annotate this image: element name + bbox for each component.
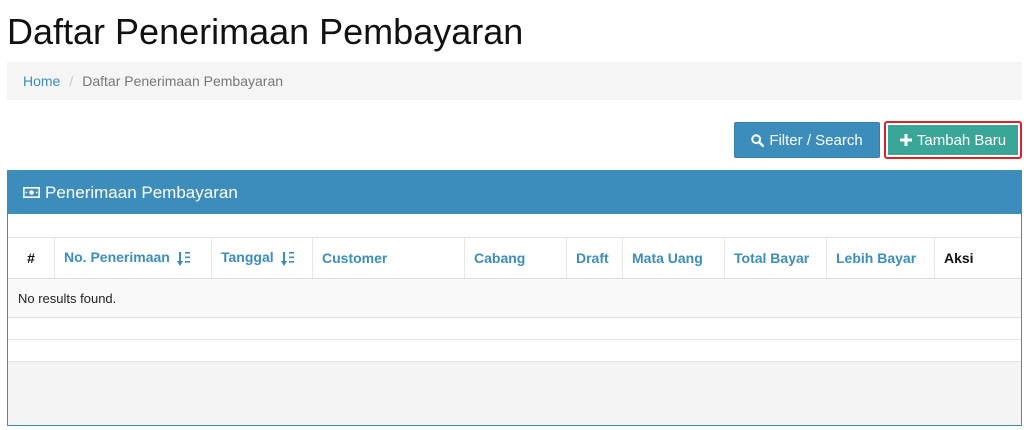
table-row xyxy=(8,339,1021,362)
table-row: No results found. xyxy=(8,278,1021,318)
filter-search-button[interactable]: Filter / Search xyxy=(734,122,880,158)
breadcrumb-home-link[interactable]: Home xyxy=(23,73,60,89)
table-cell xyxy=(8,340,1021,362)
panel-title: Penerimaan Pembayaran xyxy=(45,182,238,202)
column-header-date-label: Tanggal xyxy=(221,249,274,266)
empty-results-message: No results found. xyxy=(8,278,1021,318)
column-header-draft[interactable]: Draft xyxy=(566,237,623,279)
add-new-label: Tambah Baru xyxy=(916,131,1007,149)
breadcrumb-separator: / xyxy=(69,73,74,89)
sort-icon xyxy=(280,251,294,266)
column-header-branch[interactable]: Cabang xyxy=(464,237,567,279)
filter-search-label: Filter / Search xyxy=(769,131,863,149)
panel-spacer xyxy=(8,214,1021,237)
table-header-row: # No. Penerimaan Tanggal Customer Cabang… xyxy=(8,237,1021,279)
money-icon xyxy=(23,187,40,198)
column-header-receipt-no-label: No. Penerimaan xyxy=(64,249,170,266)
column-header-actions: Aksi xyxy=(934,237,1021,279)
column-header-receipt-no[interactable]: No. Penerimaan xyxy=(54,237,212,279)
column-header-overpaid[interactable]: Lebih Bayar xyxy=(826,237,935,279)
payments-panel: Penerimaan Pembayaran # No. Penerimaan T… xyxy=(7,170,1022,426)
plus-icon xyxy=(899,134,912,146)
breadcrumb: Home / Daftar Penerimaan Pembayaran xyxy=(7,62,1022,100)
panel-heading: Penerimaan Pembayaran xyxy=(8,171,1021,214)
column-header-customer[interactable]: Customer xyxy=(312,237,465,279)
page-title: Daftar Penerimaan Pembayaran xyxy=(7,11,524,52)
table-row xyxy=(8,317,1021,340)
search-icon xyxy=(751,133,765,147)
column-header-currency[interactable]: Mata Uang xyxy=(622,237,725,279)
column-header-number: # xyxy=(8,237,55,279)
payments-table: # No. Penerimaan Tanggal Customer Cabang… xyxy=(8,237,1021,362)
sort-icon xyxy=(176,251,190,266)
column-header-total-paid[interactable]: Total Bayar xyxy=(724,237,827,279)
table-cell xyxy=(8,318,1021,340)
breadcrumb-current: Daftar Penerimaan Pembayaran xyxy=(82,73,284,89)
column-header-date[interactable]: Tanggal xyxy=(211,237,313,279)
add-new-button[interactable]: Tambah Baru xyxy=(884,121,1022,159)
